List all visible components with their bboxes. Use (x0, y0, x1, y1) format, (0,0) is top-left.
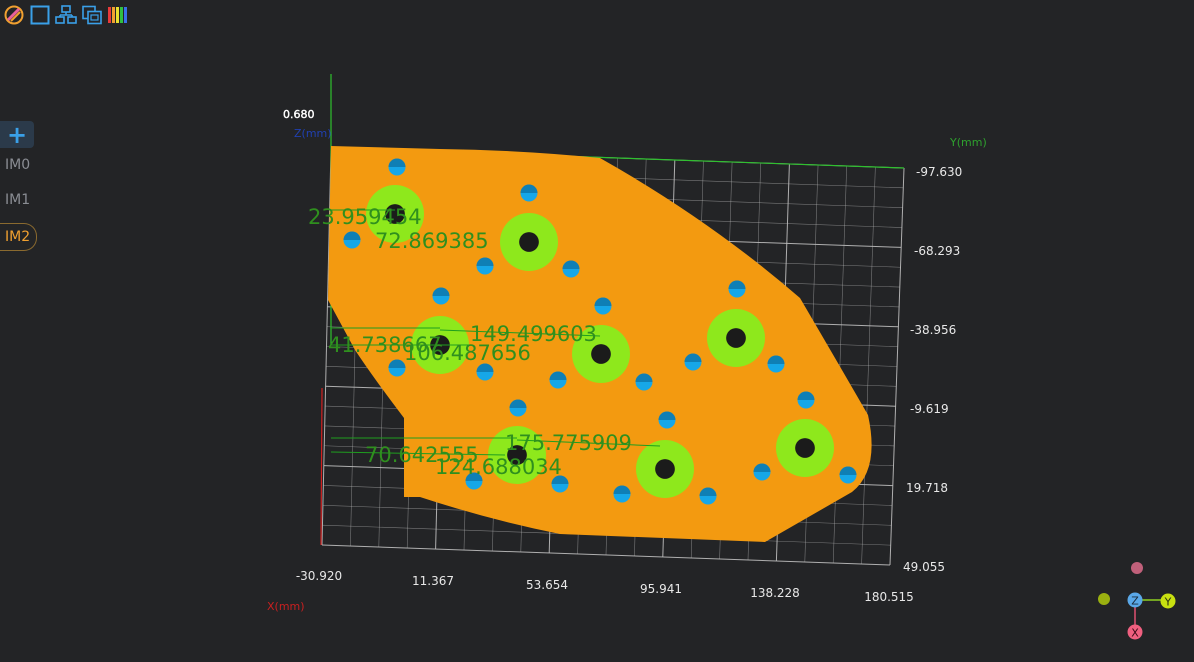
y-axis-label: Y(mm) (949, 136, 987, 149)
x-axis-line (320, 387, 323, 546)
boss-bore (519, 232, 539, 252)
neg-z-handle[interactable] (1131, 562, 1143, 574)
y-tick-labels: -97.630 -68.293 -38.956 -9.619 19.718 49.055 (903, 165, 962, 574)
x-tick-label: 53.654 (526, 578, 568, 592)
y-tick-label: -68.293 (914, 244, 960, 258)
y-tick-label: 19.718 (906, 481, 948, 495)
sidebar-item-label: IM0 (5, 157, 31, 173)
y-tick-label: -38.956 (910, 323, 956, 337)
z-handle-label: Z (1131, 595, 1139, 608)
plus-icon: + (6, 120, 28, 149)
boss-bore (795, 438, 815, 458)
x-handle-label: X (1131, 627, 1139, 640)
x-tick-label: 180.515 (864, 590, 914, 604)
x-tick-label: 11.367 (412, 574, 454, 588)
sidebar-item-label: IM2 (5, 229, 31, 245)
boss-bore (591, 344, 611, 364)
sidebar-item-im2[interactable]: IM2 (0, 223, 38, 251)
measurement-label: 124.688034 (435, 455, 562, 479)
x-tick-label: 95.941 (640, 582, 682, 596)
x-tick-label: -30.920 (296, 569, 342, 583)
sidebar-item-im0[interactable]: IM0 (0, 152, 36, 178)
z-axis-label: Z(mm) (294, 127, 332, 140)
add-image-button[interactable]: + (0, 121, 34, 148)
x-tick-label: 138.228 (750, 586, 800, 600)
boss-bore (726, 328, 746, 348)
y-handle-label: Y (1164, 596, 1172, 609)
measurement-label: 175.775909 (505, 431, 632, 455)
y-tick-label: -97.630 (916, 165, 962, 179)
orientation-gizmo[interactable]: Z Y X (1090, 558, 1180, 648)
neg-y-handle[interactable] (1098, 593, 1110, 605)
measurement-label: 72.869385 (375, 229, 489, 253)
x-tick-labels: -30.920 11.367 53.654 95.941 138.228 180.515 (296, 569, 914, 604)
x-axis-label: X(mm) (267, 600, 305, 613)
sidebar-item-label: IM1 (5, 192, 31, 208)
sidebar-item-im1[interactable]: IM1 (0, 187, 36, 213)
corner-label: 0.680 (283, 108, 315, 121)
y-tick-label: 49.055 (903, 560, 945, 574)
boss-bore (655, 459, 675, 479)
y-tick-label: -9.619 (910, 402, 949, 416)
measurement-label: 106.487656 (404, 341, 531, 365)
measurement-label: 23.959454 (308, 205, 422, 229)
point-cloud-viewport[interactable]: 23.95945472.86938541.738667 149.499603106… (0, 0, 1194, 662)
